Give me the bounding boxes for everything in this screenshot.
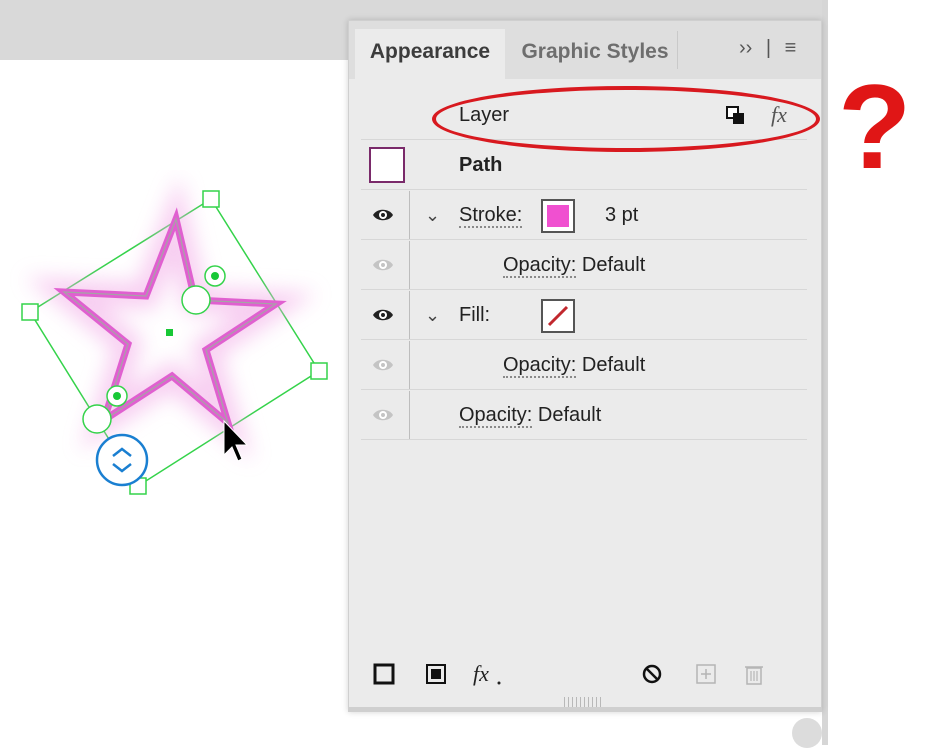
center-point [166,329,173,336]
fx-menu-icon[interactable]: fx [471,661,505,687]
handle-right [310,362,328,380]
add-fill-icon[interactable] [423,661,449,687]
annotation-ellipse [432,86,820,152]
opacity-wrap: Opacity: Default [459,391,601,439]
duplicate-item-icon[interactable] [693,661,719,687]
handle-left [21,303,39,321]
selected-star-artwork[interactable] [0,170,345,510]
visibility-divider [409,391,410,439]
panel-controls: ›› | ≡ [739,37,804,60]
panel-footer: fx [361,653,807,697]
annotation-question-mark: ? [838,60,912,194]
stroke-link[interactable]: Stroke: [459,204,523,228]
panel-tab-bar: Appearance Graphic Styles ›› | ≡ [349,21,821,79]
fill-opacity-wrap: Opacity: Default [503,341,645,389]
chevron-down-icon[interactable]: ⌄ [425,291,440,339]
stroke-label-wrap: Stroke: [459,191,523,239]
corner-widget-1 [181,285,211,315]
resize-gripper[interactable] [564,697,604,707]
clear-icon[interactable] [639,661,665,687]
fill-label[interactable]: Fill: [459,291,490,339]
visibility-divider [409,291,410,339]
eye-icon[interactable] [371,303,395,327]
eye-icon[interactable] [371,353,395,377]
row-stroke-opacity[interactable]: Opacity: Default [361,241,807,290]
stroke-color-swatch[interactable] [541,199,575,233]
opacity-link[interactable]: Opacity: [459,404,533,428]
stroke-opacity-value: Default [581,254,646,276]
corner-widget-2 [82,404,112,434]
stroke-opacity-link[interactable]: Opacity: [503,254,577,278]
rotate-icon[interactable] [95,433,149,487]
add-stroke-icon[interactable] [371,661,397,687]
tab-appearance[interactable]: Appearance [355,29,505,79]
path-label: Path [459,154,503,176]
delete-icon[interactable] [741,661,767,687]
visibility-divider [409,191,410,239]
fill-color-swatch[interactable] [541,299,575,333]
opacity-value: Default [537,404,602,426]
row-stroke[interactable]: ⌄ Stroke: 3 pt [361,191,807,240]
divider-icon: | [765,37,772,59]
chevron-down-icon[interactable]: ⌄ [425,191,440,239]
stroke-weight[interactable]: 3 pt [605,191,638,239]
expand-panel-icon[interactable]: ›› [739,37,752,60]
tab-graphic-styles[interactable]: Graphic Styles [515,29,675,79]
none-fill-icon [547,305,569,327]
visibility-divider [409,241,410,289]
vertical-scrollbar[interactable] [822,0,828,745]
path-thumbnail [369,147,405,183]
stroke-opacity-wrap: Opacity: Default [503,241,645,289]
row-fill-opacity[interactable]: Opacity: Default [361,341,807,390]
panel-menu-icon[interactable]: ≡ [785,37,797,60]
scroll-thumb[interactable] [792,718,822,748]
visibility-divider [409,341,410,389]
svg-text:fx: fx [473,661,489,686]
eye-icon[interactable] [371,253,395,277]
fill-opacity-link[interactable]: Opacity: [503,354,577,378]
fill-opacity-value: Default [581,354,646,376]
panel-bottom-edge [349,707,821,711]
handle-top [202,190,220,208]
tab-divider [677,31,678,69]
appearance-list: Layer fx Path ⌄ Stroke: 3 pt Opacity: De… [361,91,807,651]
row-fill[interactable]: ⌄ Fill: [361,291,807,340]
row-opacity[interactable]: Opacity: Default [361,391,807,440]
eye-icon[interactable] [371,403,395,427]
eye-icon[interactable] [371,203,395,227]
